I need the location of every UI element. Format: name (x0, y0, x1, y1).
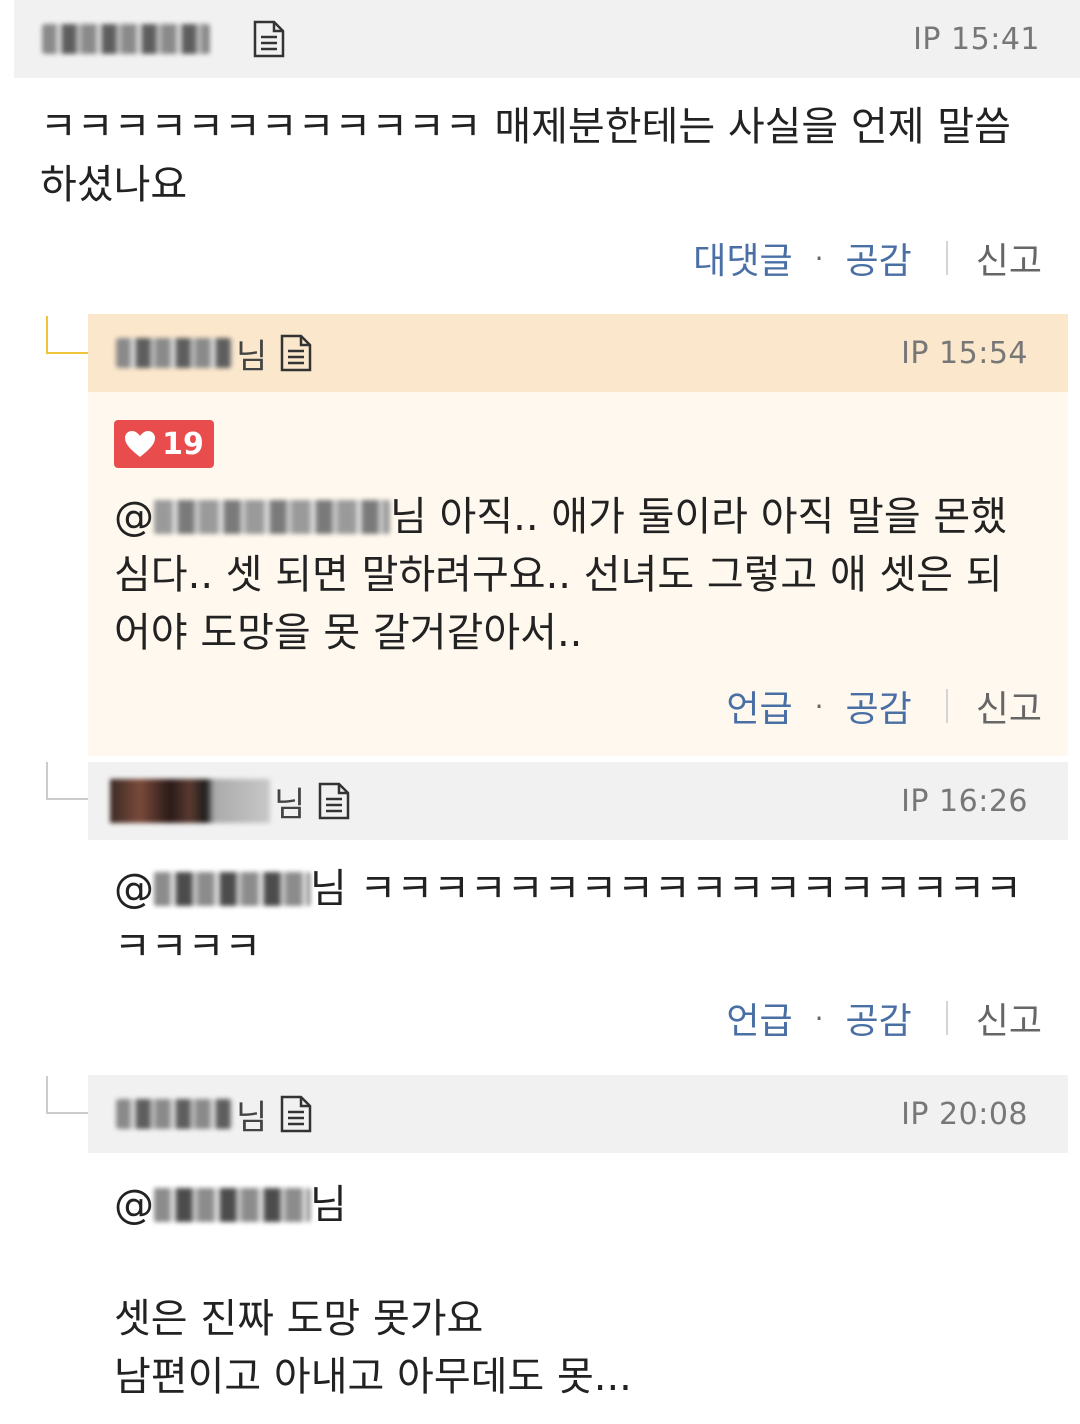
comment-text-continued: 셋은 진짜 도망 못가요 남편이고 아내고 아무데도 못... (114, 1296, 632, 1400)
comment-header: 님 IP 15:54 (88, 314, 1068, 392)
comment-time: IP 15:54 (901, 336, 1028, 371)
report-button[interactable]: 신고 (976, 992, 1042, 1044)
reply-button[interactable]: 대댓글 (693, 232, 792, 284)
author-nickname[interactable] (116, 338, 232, 368)
mentioned-user[interactable] (154, 1188, 310, 1222)
author-avatar-nickname[interactable] (110, 779, 270, 823)
comment-header: 님 IP 16:26 (88, 762, 1068, 840)
comment-text: @ 님 ㅋㅋㅋㅋㅋㅋㅋㅋㅋㅋㅋㅋㅋㅋㅋㅋㅋㅋ ㅋㅋㅋㅋ (114, 860, 1054, 976)
comment-time: IP 15:41 (913, 22, 1040, 57)
comment-text: ㅋㅋㅋㅋㅋㅋㅋㅋㅋㅋㅋㅋ 매제분한테는 사실을 언제 말씀 하셨나요 (40, 104, 1011, 208)
divider (945, 689, 948, 723)
reply-connector (46, 762, 88, 800)
reply-connector (46, 1076, 88, 1114)
comment-header: 님 IP 20:08 (88, 1075, 1068, 1153)
like-button[interactable]: 공감 (846, 680, 912, 732)
mention-at: @ (114, 494, 154, 540)
like-button[interactable]: 공감 (846, 992, 912, 1044)
nickname-suffix: 님 (236, 336, 268, 377)
comment-actions: 언급 · 공감 신고 (726, 992, 1042, 1044)
document-icon[interactable] (252, 20, 286, 58)
mention-suffix: 님 (390, 494, 427, 540)
mention-suffix: 님 (310, 866, 347, 912)
author-nickname[interactable] (42, 24, 210, 54)
mentioned-user[interactable] (154, 500, 390, 534)
report-button[interactable]: 신고 (976, 232, 1042, 284)
text-first-line: ㅋㅋㅋㅋㅋㅋㅋㅋㅋㅋㅋㅋㅋㅋㅋㅋㅋㅋ (346, 866, 1022, 912)
separator-dot: · (814, 1001, 824, 1035)
report-button[interactable]: 신고 (976, 680, 1042, 732)
mention-suffix: 님 (310, 1182, 347, 1228)
author-nickname[interactable] (116, 1099, 232, 1129)
mention-button[interactable]: 언급 (726, 680, 792, 732)
divider (945, 1001, 948, 1035)
separator-dot: · (814, 689, 824, 723)
mention-button[interactable]: 언급 (726, 992, 792, 1044)
document-icon[interactable] (317, 782, 351, 820)
text-first-line: 아직.. 애가 둘이라 아직 말을 몬했 (426, 494, 1007, 540)
mention-at: @ (114, 866, 154, 912)
like-count-badge: 19 (114, 420, 214, 468)
comment-actions: 언급 · 공감 신고 (726, 680, 1042, 732)
text-rest: 심다.. 셋 되면 말하려구요.. 선녀도 그렇고 애 셋은 되 어야 도망을 … (114, 552, 1003, 656)
comment-text: @ 님 아직.. 애가 둘이라 아직 말을 몬했심다.. 셋 되면 말하려구요..… (114, 488, 1034, 662)
comment-time: IP 16:26 (901, 784, 1028, 819)
nickname-suffix: 님 (236, 1097, 268, 1138)
comment-text: @ 님 (114, 1176, 1054, 1234)
mention-at: @ (114, 1182, 154, 1228)
mentioned-user[interactable] (154, 872, 310, 906)
text-rest: ㅋㅋㅋㅋ (114, 924, 262, 970)
comment-time: IP 20:08 (901, 1097, 1028, 1132)
like-button[interactable]: 공감 (846, 232, 912, 284)
reply-connector (46, 316, 88, 354)
heart-icon (125, 431, 156, 457)
comment-header: IP 15:41 (14, 0, 1080, 78)
nickname-suffix: 님 (274, 784, 306, 825)
document-icon[interactable] (279, 334, 313, 372)
like-count: 19 (162, 426, 204, 462)
document-icon[interactable] (279, 1095, 313, 1133)
divider (945, 241, 948, 275)
separator-dot: · (814, 241, 824, 275)
comment-actions: 대댓글 · 공감 신고 (693, 232, 1042, 284)
